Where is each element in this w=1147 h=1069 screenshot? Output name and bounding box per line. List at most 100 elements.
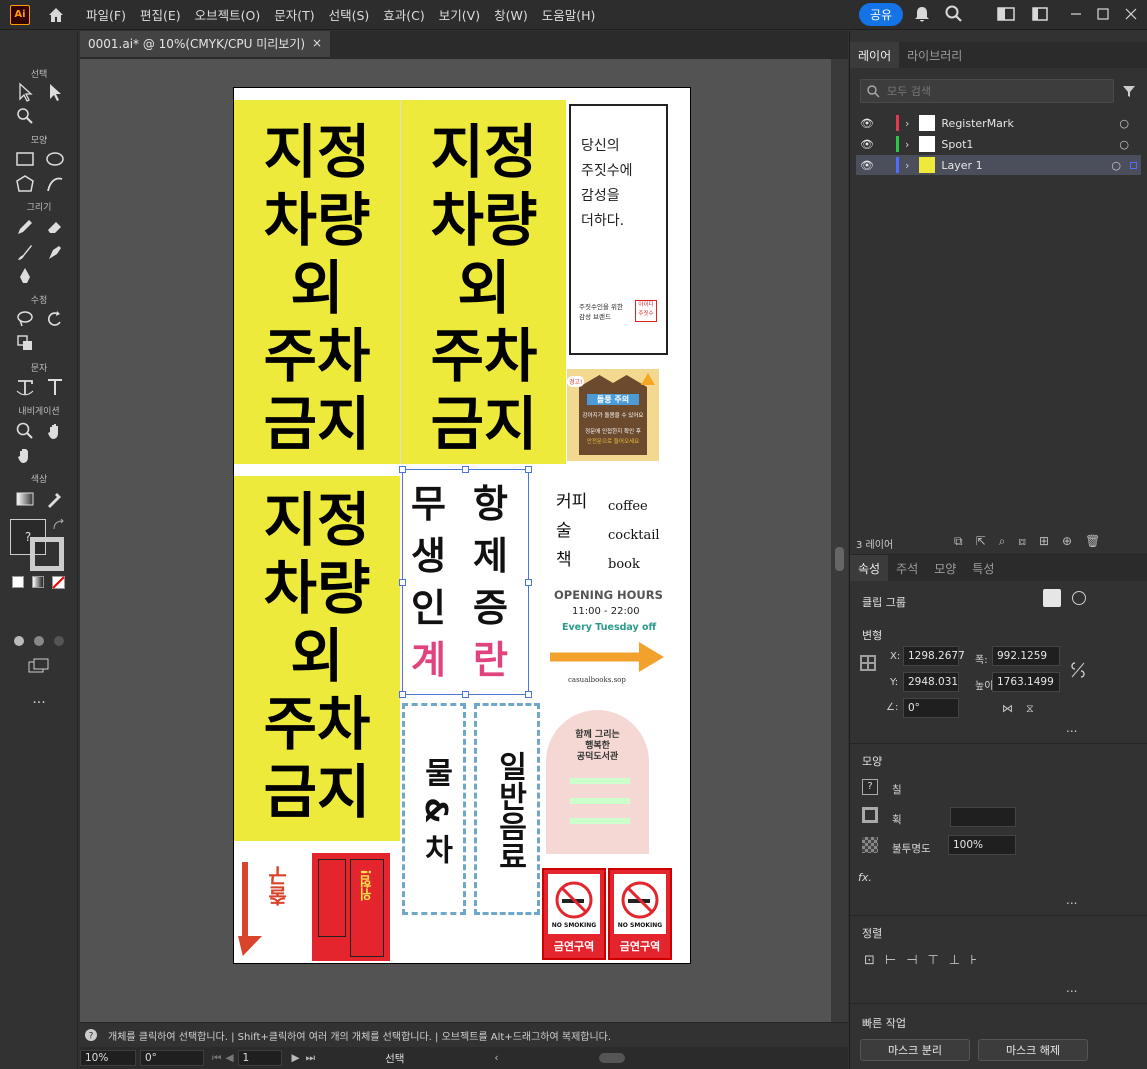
x-field[interactable]: 1298.2677 <box>903 646 965 666</box>
gradient-tool-icon[interactable] <box>14 488 36 510</box>
bell-icon[interactable] <box>912 4 932 24</box>
tab-attributes[interactable]: 특성 <box>964 555 1002 581</box>
constrain-proportions-icon[interactable] <box>1070 661 1086 679</box>
align-buttons[interactable]: ⊡⊢⊣⊤⊥⊦ <box>864 953 987 968</box>
close-icon[interactable] <box>1121 4 1141 24</box>
parking-sign-1[interactable]: 지정 차량 외 주차 금지 <box>234 100 400 464</box>
none-mode-icon[interactable] <box>52 576 65 589</box>
layer-actions[interactable]: ⧉⇱⌕⧈⊞⊕🗑 <box>954 534 1113 549</box>
library-sign[interactable]: 함께 그리는 행복한 공덕도서관 <box>546 710 649 854</box>
fill-swatch[interactable]: ? <box>862 779 878 795</box>
stroke-swatch[interactable] <box>30 537 64 571</box>
more-appearance[interactable]: ... <box>1066 893 1077 907</box>
egg-sign[interactable]: 무생인계 항제증란 <box>399 466 532 698</box>
artboard[interactable]: 지정 차량 외 주차 금지 지정 차량 외 주차 금지 지정 차량 외 주차 금지 당신의 주짓수에 감성을… <box>233 87 691 964</box>
menu-help[interactable]: 도움말(H) <box>542 5 596 24</box>
eyedropper-icon[interactable] <box>44 488 66 510</box>
tab-layers[interactable]: 레이어 <box>850 42 900 68</box>
flip-vertical-icon[interactable]: ⧖ <box>1026 702 1034 716</box>
layer-row[interactable]: 👁 › RegisterMark ○ <box>856 113 1141 133</box>
exit-sign[interactable]: 출구 <box>238 858 308 958</box>
height-field[interactable]: 1763.1499 <box>992 672 1060 692</box>
vertical-scrollbar[interactable] <box>831 59 848 1022</box>
scroll-thumb[interactable] <box>835 547 844 571</box>
parking-sign-3[interactable]: 지정 차량 외 주차 금지 <box>234 476 400 841</box>
eye-icon[interactable]: 👁 <box>860 159 876 172</box>
drink-banner-1[interactable]: 물 & 차 <box>402 703 466 915</box>
jiujitsu-poster[interactable]: 당신의 주짓수에 감성을 더하다. 주짓수인을 위한 감성 브랜드 아이디 주짓수 <box>569 104 668 355</box>
gradient-mode-icon[interactable] <box>32 576 44 588</box>
parking-sign-2[interactable]: 지정 차량 외 주차 금지 <box>400 100 566 464</box>
danger-sign[interactable]: 위험! <box>312 853 390 961</box>
direct-selection-tool-icon[interactable] <box>44 81 66 103</box>
lasso-tool-icon[interactable] <box>14 308 36 330</box>
swap-icon[interactable] <box>52 519 66 533</box>
opacity-field[interactable]: 100% <box>948 835 1016 855</box>
menu-object[interactable]: 오브젝트(O) <box>195 5 261 24</box>
draw-normal-icon[interactable] <box>12 634 26 648</box>
target-icon[interactable]: ○ <box>1119 138 1129 151</box>
chevron-right-icon[interactable]: › <box>905 117 909 130</box>
magic-wand-icon[interactable] <box>14 105 36 127</box>
menu-edit[interactable]: 편집(E) <box>140 5 181 24</box>
chevron-right-icon[interactable]: › <box>905 138 909 151</box>
blob-brush-icon[interactable] <box>44 241 66 263</box>
unmask-button[interactable]: 마스크 해제 <box>978 1039 1088 1061</box>
cafe-sign[interactable]: 커피 술 책 coffee cocktail book OPENING HOURS 11… <box>546 484 686 694</box>
warning-sign[interactable]: 경고! 돌풍 주의 강아지가 돌봄을 수 있어요 정문에 인접한지 확인 후 안… <box>567 369 659 461</box>
layer-row[interactable]: 👁 › Layer 1 ○ <box>856 155 1141 175</box>
tab-libraries[interactable]: 라이브러리 <box>899 42 970 68</box>
width-field[interactable]: 992.1259 <box>992 646 1060 666</box>
help-icon[interactable]: ? <box>84 1028 98 1042</box>
more-align[interactable]: ... <box>1066 981 1077 995</box>
stroke-swatch[interactable] <box>862 807 878 823</box>
color-mode-icon[interactable] <box>12 576 24 588</box>
release-mask-button[interactable]: 마스크 분리 <box>860 1039 970 1061</box>
menu-type[interactable]: 문자(T) <box>274 5 314 24</box>
hand-tool-icon[interactable] <box>44 420 66 442</box>
eye-icon[interactable]: 👁 <box>860 138 876 151</box>
search-icon[interactable] <box>944 4 964 24</box>
share-button[interactable]: 공유 <box>859 3 903 26</box>
workspace-icon[interactable] <box>996 4 1016 24</box>
document-tab[interactable]: 0001.ai* @ 10%(CMYK/CPU 미리보기) × <box>80 31 330 57</box>
layer-search-input[interactable]: 모두 검색 <box>860 79 1114 103</box>
target-icon[interactable]: ○ <box>1111 159 1121 172</box>
minimize-icon[interactable] <box>1066 4 1086 24</box>
first-artboard-icon[interactable]: ⏮ <box>212 1052 221 1065</box>
type-on-path-icon[interactable] <box>14 376 36 398</box>
isolate-icon[interactable] <box>1043 589 1061 607</box>
prev-artboard-icon[interactable]: ◀ <box>225 1052 233 1064</box>
filter-icon[interactable] <box>1122 84 1136 98</box>
pencil-tool-icon[interactable] <box>14 216 36 238</box>
angle-field[interactable]: 0° <box>903 698 959 718</box>
shape-builder-icon[interactable] <box>14 332 36 354</box>
polygon-tool-icon[interactable] <box>14 173 36 195</box>
no-smoking-sign-2[interactable]: NO SMOKING 금연구역 <box>608 868 672 960</box>
drink-banner-2[interactable]: 일반음료 <box>474 703 540 915</box>
pen-tool-icon[interactable] <box>14 265 36 287</box>
selection-tool-icon[interactable] <box>14 81 36 103</box>
edit-toolbar-button[interactable]: ... <box>0 691 78 707</box>
tab-appearance[interactable]: 모양 <box>926 555 964 581</box>
screen-mode-icon[interactable] <box>28 657 50 675</box>
rectangle-tool-icon[interactable] <box>14 148 36 170</box>
y-field[interactable]: 2948.031 <box>903 672 959 692</box>
next-artboard-icon[interactable]: ▶ <box>292 1052 300 1064</box>
more-transform[interactable]: ... <box>1066 721 1077 735</box>
brush-tool-icon[interactable] <box>14 241 36 263</box>
home-icon[interactable] <box>46 5 66 25</box>
eraser-tool-icon[interactable] <box>44 216 66 238</box>
menu-window[interactable]: 창(W) <box>494 5 528 24</box>
tab-comments[interactable]: 주석 <box>888 555 926 581</box>
flip-horizontal-icon[interactable]: ⋈ <box>1002 702 1013 715</box>
menu-select[interactable]: 선택(S) <box>329 5 370 24</box>
last-artboard-icon[interactable]: ⏭ <box>306 1052 315 1065</box>
recolor-icon[interactable] <box>1072 591 1086 605</box>
shaper-tool-icon[interactable] <box>44 173 66 195</box>
rotation-field[interactable]: 0° <box>140 1050 204 1066</box>
no-smoking-sign-1[interactable]: NO SMOKING 금연구역 <box>542 868 606 960</box>
maximize-icon[interactable] <box>1093 4 1113 24</box>
artboard-field[interactable]: 1 <box>237 1050 282 1066</box>
hscroll-left-icon[interactable]: ‹ <box>494 1052 498 1064</box>
